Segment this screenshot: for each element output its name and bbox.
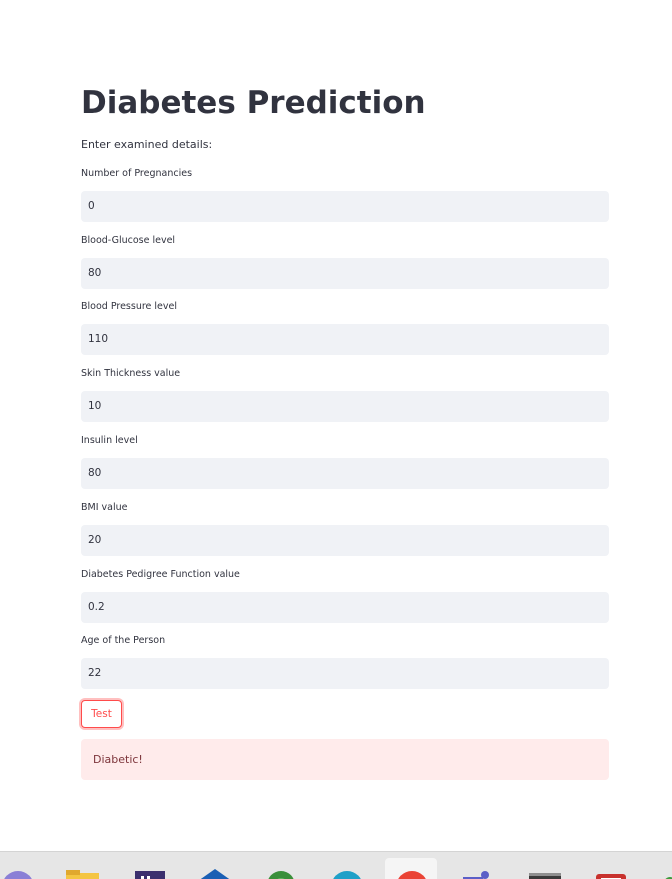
glucose-input[interactable] (81, 258, 609, 289)
pedigree-input[interactable] (81, 592, 609, 623)
blue-app-icon[interactable] (198, 867, 232, 879)
page-title: Diabetes Prediction (81, 85, 426, 121)
field-pedigree: Diabetes Pedigree Function value (81, 568, 609, 623)
field-glucose: Blood-Glucose level (81, 234, 609, 289)
field-bmi: BMI value (81, 501, 609, 556)
glucose-label: Blood-Glucose level (81, 235, 176, 246)
edge-browser-icon[interactable] (330, 867, 364, 879)
blood-pressure-input[interactable] (81, 324, 609, 355)
pregnancies-label: Number of Pregnancies (81, 168, 193, 179)
taskbar (0, 851, 672, 879)
chrome-browser-icon[interactable] (395, 867, 429, 879)
pregnancies-input[interactable] (81, 191, 609, 222)
red-app-icon[interactable] (594, 867, 628, 879)
file-explorer-icon[interactable] (65, 867, 99, 879)
field-pregnancies: Number of Pregnancies (81, 167, 609, 222)
green-gear-app-icon[interactable] (264, 867, 298, 879)
insulin-label: Insulin level (81, 435, 138, 446)
age-input[interactable] (81, 658, 609, 689)
field-skin-thickness: Skin Thickness value (81, 367, 609, 422)
skin-thickness-label: Skin Thickness value (81, 368, 181, 379)
field-age: Age of the Person (81, 634, 609, 689)
insulin-input[interactable] (81, 458, 609, 489)
skin-thickness-input[interactable] (81, 391, 609, 422)
field-blood-pressure: Blood Pressure level (81, 300, 609, 355)
green-app-icon[interactable] (660, 867, 672, 879)
teams-icon[interactable] (461, 867, 495, 879)
page: Diabetes Prediction Enter examined detai… (0, 0, 672, 879)
bmi-label: BMI value (81, 502, 128, 513)
pedigree-label: Diabetes Pedigree Function value (81, 569, 240, 580)
field-insulin: Insulin level (81, 434, 609, 489)
intro-text: Enter examined details: (81, 138, 213, 151)
test-button[interactable]: Test (81, 700, 122, 728)
ide-icon[interactable] (133, 867, 167, 879)
terminal-icon[interactable] (528, 867, 562, 879)
result-alert: Diabetic! (81, 739, 609, 780)
blood-pressure-label: Blood Pressure level (81, 301, 178, 312)
bmi-input[interactable] (81, 525, 609, 556)
circle-app-icon[interactable] (0, 867, 34, 879)
age-label: Age of the Person (81, 635, 166, 646)
